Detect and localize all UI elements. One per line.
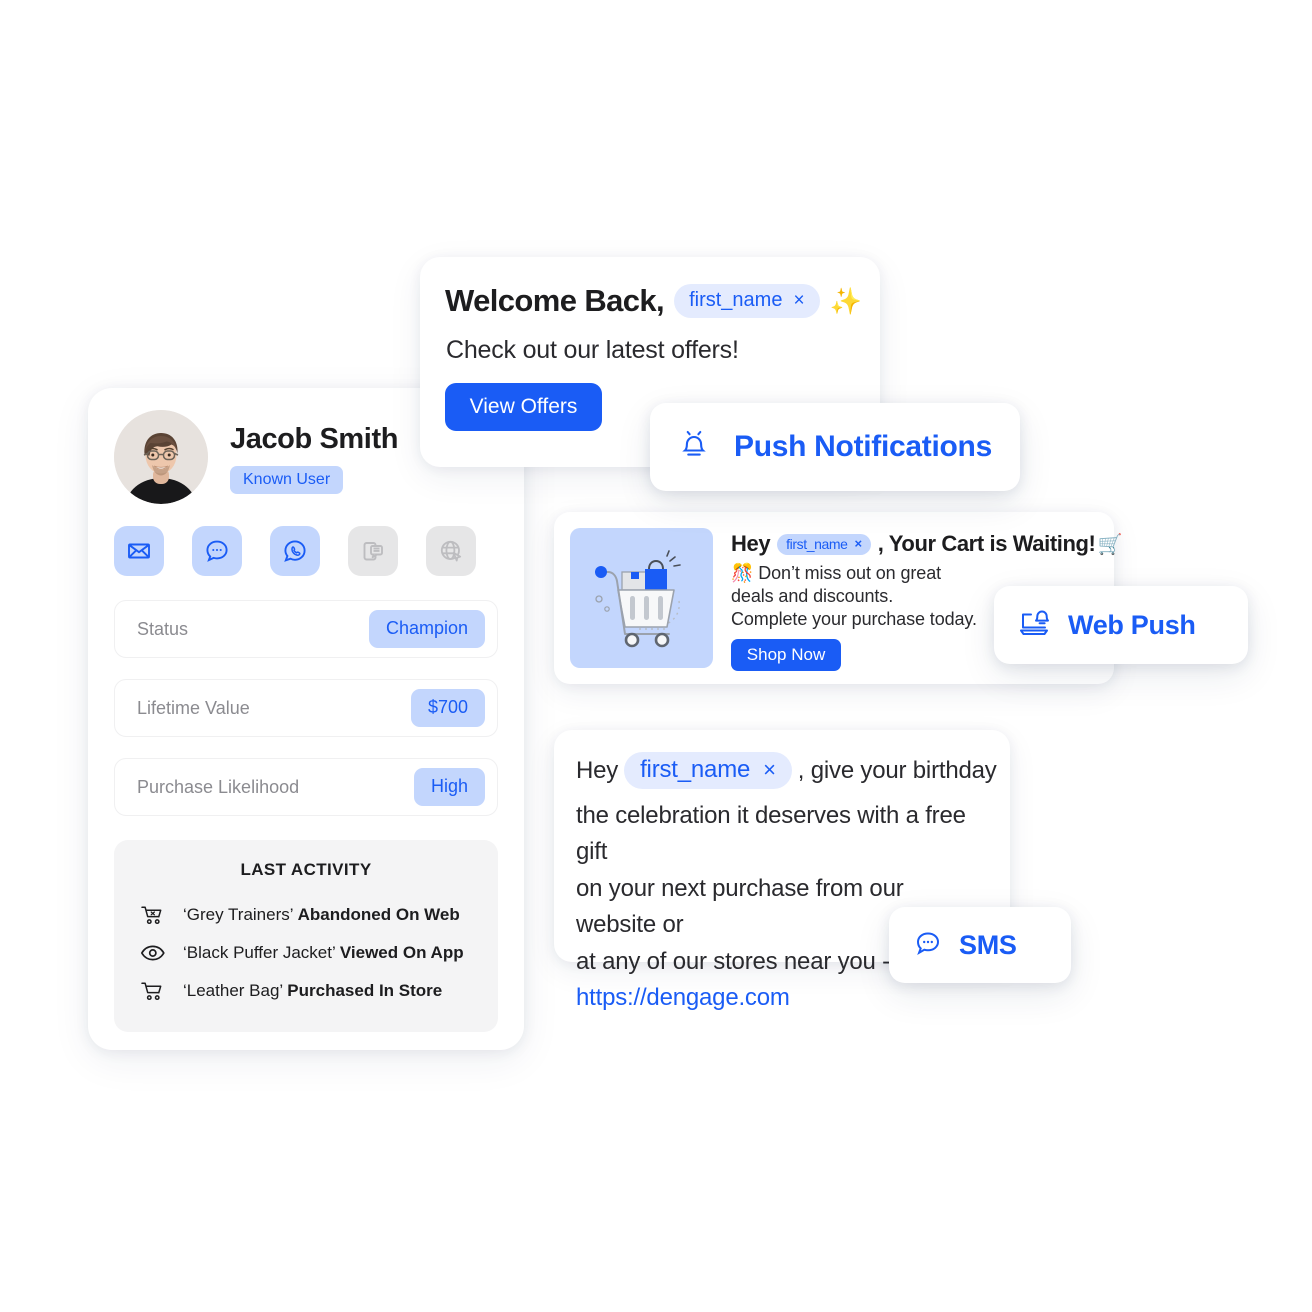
sparkles-icon: ✨ [829, 286, 862, 316]
screenshot-stage: Jacob Smith Known User Status Champion L… [0, 0, 1312, 1312]
attribute-row-purchase-likelihood: Purchase Likelihood High [114, 758, 498, 816]
sms-line-2: the celebration it deserves with a free … [576, 802, 966, 866]
cart-headline: Hey first_name × , Your Cart is Waiting!… [731, 531, 1122, 557]
personalization-token-chip[interactable]: first_name × [674, 284, 820, 318]
attribute-row-lifetime-value: Lifetime Value $700 [114, 679, 498, 737]
profile-attributes: Status Champion Lifetime Value $700 Purc… [114, 600, 498, 837]
mobile-push-icon [359, 537, 387, 565]
cart-remove-icon [139, 903, 167, 927]
laptop-bell-icon [1016, 605, 1052, 646]
personalization-token-chip[interactable]: first_name × [624, 752, 792, 789]
attribute-label: Purchase Likelihood [137, 776, 300, 797]
token-label: first_name [640, 756, 751, 783]
last-activity-panel: LAST ACTIVITY ‘Grey Trainers’ Abandoned … [114, 840, 498, 1032]
profile-header: Jacob Smith Known User [114, 410, 398, 504]
channel-whatsapp[interactable] [270, 526, 320, 576]
attribute-value: Champion [368, 610, 485, 648]
customer-profile-card: Jacob Smith Known User Status Champion L… [88, 388, 524, 1050]
cart-greeting: Hey [731, 531, 771, 556]
globe-cursor-icon [437, 537, 465, 565]
attribute-row-status: Status Champion [114, 600, 498, 658]
badge-label: Web Push [1068, 609, 1196, 640]
badge-web-push[interactable]: Web Push [994, 586, 1248, 664]
activity-text: ‘Leather Bag’ Purchased In Store [183, 981, 443, 1000]
email-icon [125, 537, 153, 565]
channel-web-push[interactable] [426, 526, 476, 576]
attribute-label: Status [137, 618, 189, 639]
last-activity-title: LAST ACTIVITY [240, 860, 372, 879]
attribute-label: Lifetime Value [137, 697, 250, 718]
close-icon[interactable]: × [793, 291, 804, 310]
shop-now-button[interactable]: Shop Now [731, 639, 841, 672]
channel-sms[interactable] [192, 526, 242, 576]
token-label: first_name [786, 535, 848, 552]
list-item: ‘Leather Bag’ Purchased In Store [114, 972, 498, 1010]
view-offers-button[interactable]: View Offers [445, 383, 602, 431]
sms-line-1: Hey first_name × , give your birthday [576, 752, 997, 789]
cart-body-line-2: deals and discounts. [731, 586, 894, 607]
channel-icon-row [114, 526, 476, 576]
profile-name-block: Jacob Smith Known User [230, 420, 399, 495]
list-item: ‘Black Puffer Jacket’ Viewed On App [114, 934, 498, 972]
activity-text: ‘Grey Trainers’ Abandoned On Web [183, 905, 460, 924]
token-label: first_name [689, 289, 783, 311]
cart-icon [139, 979, 167, 1003]
sms-line-1-rest: , give your birthday [797, 756, 997, 784]
bell-icon [674, 425, 714, 470]
badge-label: SMS [959, 929, 1017, 960]
channel-email[interactable] [114, 526, 164, 576]
shopping-cart-emoji: 🛒 [1097, 533, 1122, 556]
close-icon[interactable]: × [763, 757, 776, 783]
confetti-emoji: 🎊 [731, 563, 754, 583]
eye-icon [139, 941, 167, 965]
sms-chat-icon [203, 537, 231, 565]
sms-greeting: Hey [576, 756, 619, 784]
welcome-title: Welcome Back, [445, 283, 665, 318]
close-icon[interactable]: × [855, 536, 863, 551]
attribute-value: High [413, 768, 485, 806]
cart-body-line-1: Don’t miss out on great [758, 563, 942, 583]
attribute-value: $700 [410, 689, 485, 727]
list-item: ‘Grey Trainers’ Abandoned On Web [114, 896, 498, 934]
avatar [114, 410, 208, 504]
channel-mobile-push[interactable] [348, 526, 398, 576]
cart-illustration [570, 528, 713, 668]
page-title: Jacob Smith [230, 422, 399, 455]
cart-body-line-3: Complete your purchase today. [731, 609, 977, 630]
cart-headline-rest: , Your Cart is Waiting! [877, 531, 1096, 556]
sms-link[interactable]: https://dengage.com [576, 984, 790, 1011]
badge-sms[interactable]: SMS [889, 907, 1071, 983]
whatsapp-icon [281, 537, 309, 565]
status-badge: Known User [230, 465, 344, 495]
badge-push-notifications[interactable]: Push Notifications [650, 403, 1020, 491]
activity-text: ‘Black Puffer Jacket’ Viewed On App [183, 943, 464, 962]
chat-bubble-icon [911, 926, 945, 965]
welcome-subtitle: Check out our latest offers! [446, 336, 739, 364]
sms-line-4: at any of our stores near you - [576, 947, 890, 975]
badge-label: Push Notifications [734, 430, 992, 463]
personalization-token-chip[interactable]: first_name × [777, 533, 871, 555]
welcome-title-row: Welcome Back, first_name × ✨ [445, 283, 862, 319]
sms-line-3: on your next purchase from our website o… [576, 874, 904, 939]
